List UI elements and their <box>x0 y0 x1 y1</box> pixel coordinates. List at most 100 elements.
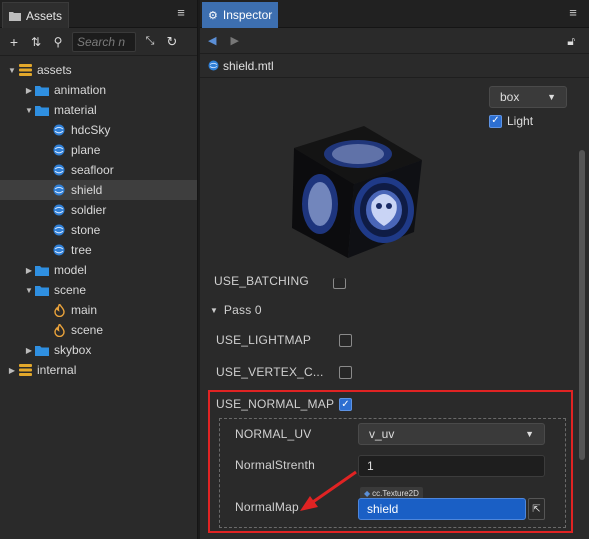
normal-map-asset-field[interactable]: shield <box>358 498 526 520</box>
tree-item-scene[interactable]: scene <box>0 320 197 340</box>
normal-strength-value: 1 <box>367 459 374 473</box>
scene-icon <box>52 323 66 337</box>
tree-item-material[interactable]: ▼ material <box>0 100 197 120</box>
light-checkbox[interactable] <box>489 114 502 128</box>
scrollbar-thumb[interactable] <box>579 150 585 460</box>
use-lightmap-checkbox[interactable] <box>339 334 352 347</box>
normal-map-value: shield <box>367 502 399 516</box>
tree-item-skybox[interactable]: ▶ skybox <box>0 340 197 360</box>
preview-shape-select[interactable]: box ▼ <box>489 86 567 108</box>
tree-item-shield[interactable]: shield <box>0 180 197 200</box>
asset-picker-icon[interactable]: ⇱ <box>528 498 545 520</box>
normal-uv-row: NORMAL_UV <box>235 427 311 441</box>
tab-assets[interactable]: Assets <box>2 2 70 28</box>
normal-uv-value: v_uv <box>369 427 395 441</box>
use-vertex-color-row: USE_VERTEX_C... <box>216 365 323 379</box>
normal-uv-label: NORMAL_UV <box>235 427 312 441</box>
tree-item-seafloor[interactable]: seafloor <box>0 160 197 180</box>
folder-icon <box>9 11 21 21</box>
preview-divider <box>202 272 572 273</box>
use-normal-map-checkbox[interactable] <box>339 398 352 411</box>
tree-item-stone[interactable]: stone <box>0 220 197 240</box>
tree-item-label: skybox <box>54 343 92 357</box>
file-name: shield.mtl <box>223 58 274 73</box>
tab-inspector[interactable]: ⚙ Inspector <box>202 2 279 28</box>
hamburger-menu-icon[interactable]: ≡ <box>566 6 580 20</box>
tree-item-label: internal <box>37 363 77 377</box>
use-vertex-color-label: USE_VERTEX_C... <box>216 365 324 379</box>
add-icon[interactable]: + <box>6 34 22 50</box>
folder-icon <box>35 343 49 357</box>
tree-item-label: tree <box>71 243 92 257</box>
preview-shape-value: box <box>500 90 520 104</box>
back-arrow-icon[interactable]: ◀ <box>208 34 216 47</box>
tree-item-label: assets <box>37 63 72 77</box>
unlock-icon[interactable]: 🔓︎ <box>567 34 575 49</box>
scene-icon <box>52 303 66 317</box>
tree-item-label: plane <box>71 143 101 157</box>
tree-item-label: hdcSky <box>71 123 111 137</box>
material-icon <box>52 223 66 237</box>
tab-inspector-label: Inspector <box>222 8 273 22</box>
tree-item-scene[interactable]: ▼ scene <box>0 280 197 300</box>
tree-item-assets[interactable]: ▼ assets <box>0 60 197 80</box>
use-vertex-color-checkbox[interactable] <box>339 366 352 379</box>
material-icon <box>52 183 66 197</box>
search-filter-icon[interactable]: ⚲ <box>50 35 66 49</box>
search-field[interactable] <box>72 31 136 52</box>
material-preview[interactable]: box ▼ Light <box>202 80 572 270</box>
assets-tabbar: Assets ≡ <box>0 0 197 28</box>
inspector-toolbar: ◀ ▶ <box>200 28 589 54</box>
collapse-arrow-icon[interactable]: ▶ <box>23 266 35 275</box>
tree-item-soldier[interactable]: soldier <box>0 200 197 220</box>
tab-assets-label: Assets <box>26 8 63 23</box>
collapse-arrow-icon[interactable]: ▶ <box>23 86 35 95</box>
folder-icon <box>35 283 49 297</box>
chevron-down-icon: ▼ <box>525 429 534 439</box>
tree-item-label: animation <box>54 83 107 97</box>
tree-item-internal[interactable]: ▶ internal <box>0 360 197 380</box>
expand-arrow-icon[interactable]: ▼ <box>6 66 18 75</box>
tree-item-model[interactable]: ▶ model <box>0 260 197 280</box>
chevron-down-icon: ▼ <box>547 92 556 102</box>
tree-item-main[interactable]: main <box>0 300 197 320</box>
hamburger-menu-icon[interactable]: ≡ <box>174 6 188 20</box>
refresh-icon[interactable]: ↻ <box>164 34 180 50</box>
expand-arrow-icon[interactable]: ▼ <box>23 286 35 295</box>
search-input[interactable] <box>73 32 135 51</box>
sort-icon[interactable]: ⇅ <box>28 35 44 49</box>
pass-0-header[interactable]: ▼ Pass 0 <box>210 303 262 317</box>
forward-arrow-icon[interactable]: ▶ <box>230 34 238 47</box>
collapse-arrow-icon[interactable]: ▶ <box>23 346 35 355</box>
material-icon <box>52 143 66 157</box>
caret-down-icon: ▼ <box>210 305 218 315</box>
tree-item-hdcSky[interactable]: hdcSky <box>0 120 197 140</box>
collapse-all-icon[interactable]: ⤡ <box>142 35 158 48</box>
tree-item-label: scene <box>71 323 104 337</box>
tree-item-label: soldier <box>71 203 107 217</box>
tree-item-plane[interactable]: plane <box>0 140 197 160</box>
expand-arrow-icon[interactable]: ▼ <box>23 106 35 115</box>
normal-uv-select[interactable]: v_uv ▼ <box>358 423 545 445</box>
database-icon <box>18 63 32 77</box>
normal-strength-input[interactable]: 1 <box>358 455 545 477</box>
tree-item-label: main <box>71 303 98 317</box>
normal-map-label: NormalMap <box>235 500 299 514</box>
use-batching-label: USE_BATCHING <box>214 276 309 288</box>
collapse-arrow-icon[interactable]: ▶ <box>6 366 18 375</box>
use-lightmap-row: USE_LIGHTMAP <box>216 333 311 347</box>
settings-icon: ⚙ <box>208 9 218 22</box>
asset-tree: ▼ assets ▶ animation ▼ material hdcSky plane sea… <box>0 56 197 380</box>
light-toggle[interactable]: Light <box>489 114 533 128</box>
tree-item-animation[interactable]: ▶ animation <box>0 80 197 100</box>
tree-item-tree[interactable]: tree <box>0 240 197 260</box>
use-batching-checkbox[interactable] <box>333 278 346 289</box>
use-normal-map-row: USE_NORMAL_MAP <box>216 397 334 411</box>
material-icon <box>52 203 66 217</box>
preview-cube-image <box>292 126 422 258</box>
assets-panel: Assets ≡ + ⇅ ⚲ ⤡ ↻ ▼assets▶animation▼mat… <box>0 0 198 539</box>
use-lightmap-label: USE_LIGHTMAP <box>216 333 312 347</box>
tree-item-label: stone <box>71 223 101 237</box>
material-icon <box>52 123 66 137</box>
folder-icon <box>35 103 49 117</box>
